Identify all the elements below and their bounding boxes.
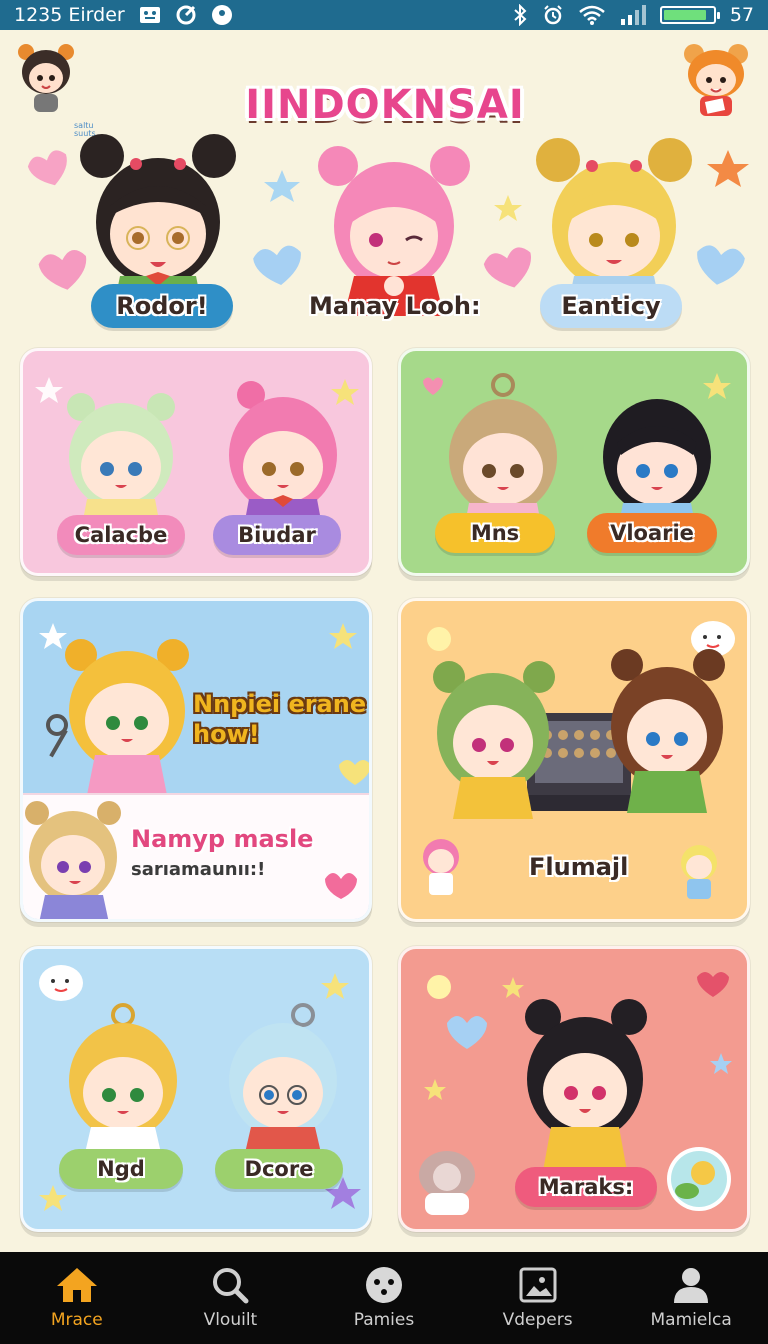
character-card-pink[interactable]: Calacbe Biudar: [20, 348, 372, 576]
card-label-mns[interactable]: Mns: [435, 513, 555, 553]
bluetooth-icon: [514, 4, 527, 26]
notification-icon: [139, 7, 160, 23]
card-label-vloarie[interactable]: Vloarie: [587, 513, 717, 553]
battery-icon: [659, 6, 720, 24]
battery-level: 57: [729, 4, 754, 26]
nav-item-profile[interactable]: Mamielca: [621, 1266, 761, 1330]
alarm-icon: [544, 5, 562, 25]
banner-title: Namyp masle: [131, 825, 314, 853]
card-label-flumajl[interactable]: Flumajl: [529, 853, 628, 881]
target-icon: [176, 5, 196, 25]
status-time: 1235 Eirder: [14, 4, 125, 26]
nav-item-search[interactable]: Vlouilt: [160, 1266, 300, 1330]
profile-icon: [674, 1268, 709, 1303]
nav-label: Vdepers: [502, 1310, 573, 1330]
wifi-icon: [579, 5, 605, 25]
record-icon: [211, 5, 232, 25]
character-card-orange[interactable]: Flumajl: [398, 598, 750, 922]
card-art-skyblue: [39, 965, 361, 1211]
character-card-skyblue[interactable]: Ngd Dcore: [20, 946, 372, 1232]
banner-subtitle: sarıamaunıı:!: [131, 859, 266, 880]
banner-character-icon: [25, 801, 121, 919]
home-icon: [56, 1268, 97, 1302]
gallery-icon: [519, 1267, 557, 1303]
character-card-green[interactable]: Mns Vloarie: [398, 348, 750, 576]
header: saltu suuts IINDOKNSAI Rodor! Manay Looh…: [0, 30, 768, 350]
signal-icon: [620, 5, 646, 25]
card-label-maraks[interactable]: Maraks:: [515, 1167, 657, 1207]
nav-item-faces[interactable]: Pamies: [314, 1266, 454, 1330]
character-label-2[interactable]: Manay Looh:: [309, 292, 481, 320]
nav-label: Pamies: [353, 1310, 415, 1330]
nav-label: Mrace: [50, 1310, 103, 1330]
search-icon: [213, 1268, 249, 1304]
nav-item-home[interactable]: Mrace: [7, 1266, 147, 1330]
character-card-blue[interactable]: Nnpiei erane how! Namyp masle sarıamaunı…: [20, 598, 372, 922]
face-icon: [365, 1267, 402, 1303]
character-card-coral[interactable]: Maraks:: [398, 946, 750, 1232]
app-screen: 1235 Eirder 57 saltu suuts IINDOKNSAI Ro…: [0, 0, 768, 1344]
heart-icon: [325, 873, 357, 899]
card-label-dcore[interactable]: Dcore: [215, 1149, 343, 1189]
status-bar: 1235 Eirder 57: [0, 0, 768, 30]
card-headline: Nnpiei erane how!: [193, 690, 367, 748]
card-label-ngd[interactable]: Ngd: [59, 1149, 183, 1189]
nav-item-gallery[interactable]: Vdepers: [468, 1266, 608, 1330]
card-label-calacbe[interactable]: Calacbe: [57, 515, 185, 555]
character-label-1[interactable]: Rodor!: [91, 284, 233, 328]
card-label-biudar[interactable]: Biudar: [213, 515, 341, 555]
bottom-nav: Mrace Vlouilt Pamies Vdepers Mamielca: [0, 1252, 768, 1344]
nav-label: Vlouilt: [203, 1310, 258, 1330]
character-label-3[interactable]: Eanticy: [540, 284, 682, 328]
promo-banner[interactable]: Namyp masle sarıamaunıı:!: [23, 793, 369, 919]
nav-label: Mamielca: [650, 1310, 732, 1330]
